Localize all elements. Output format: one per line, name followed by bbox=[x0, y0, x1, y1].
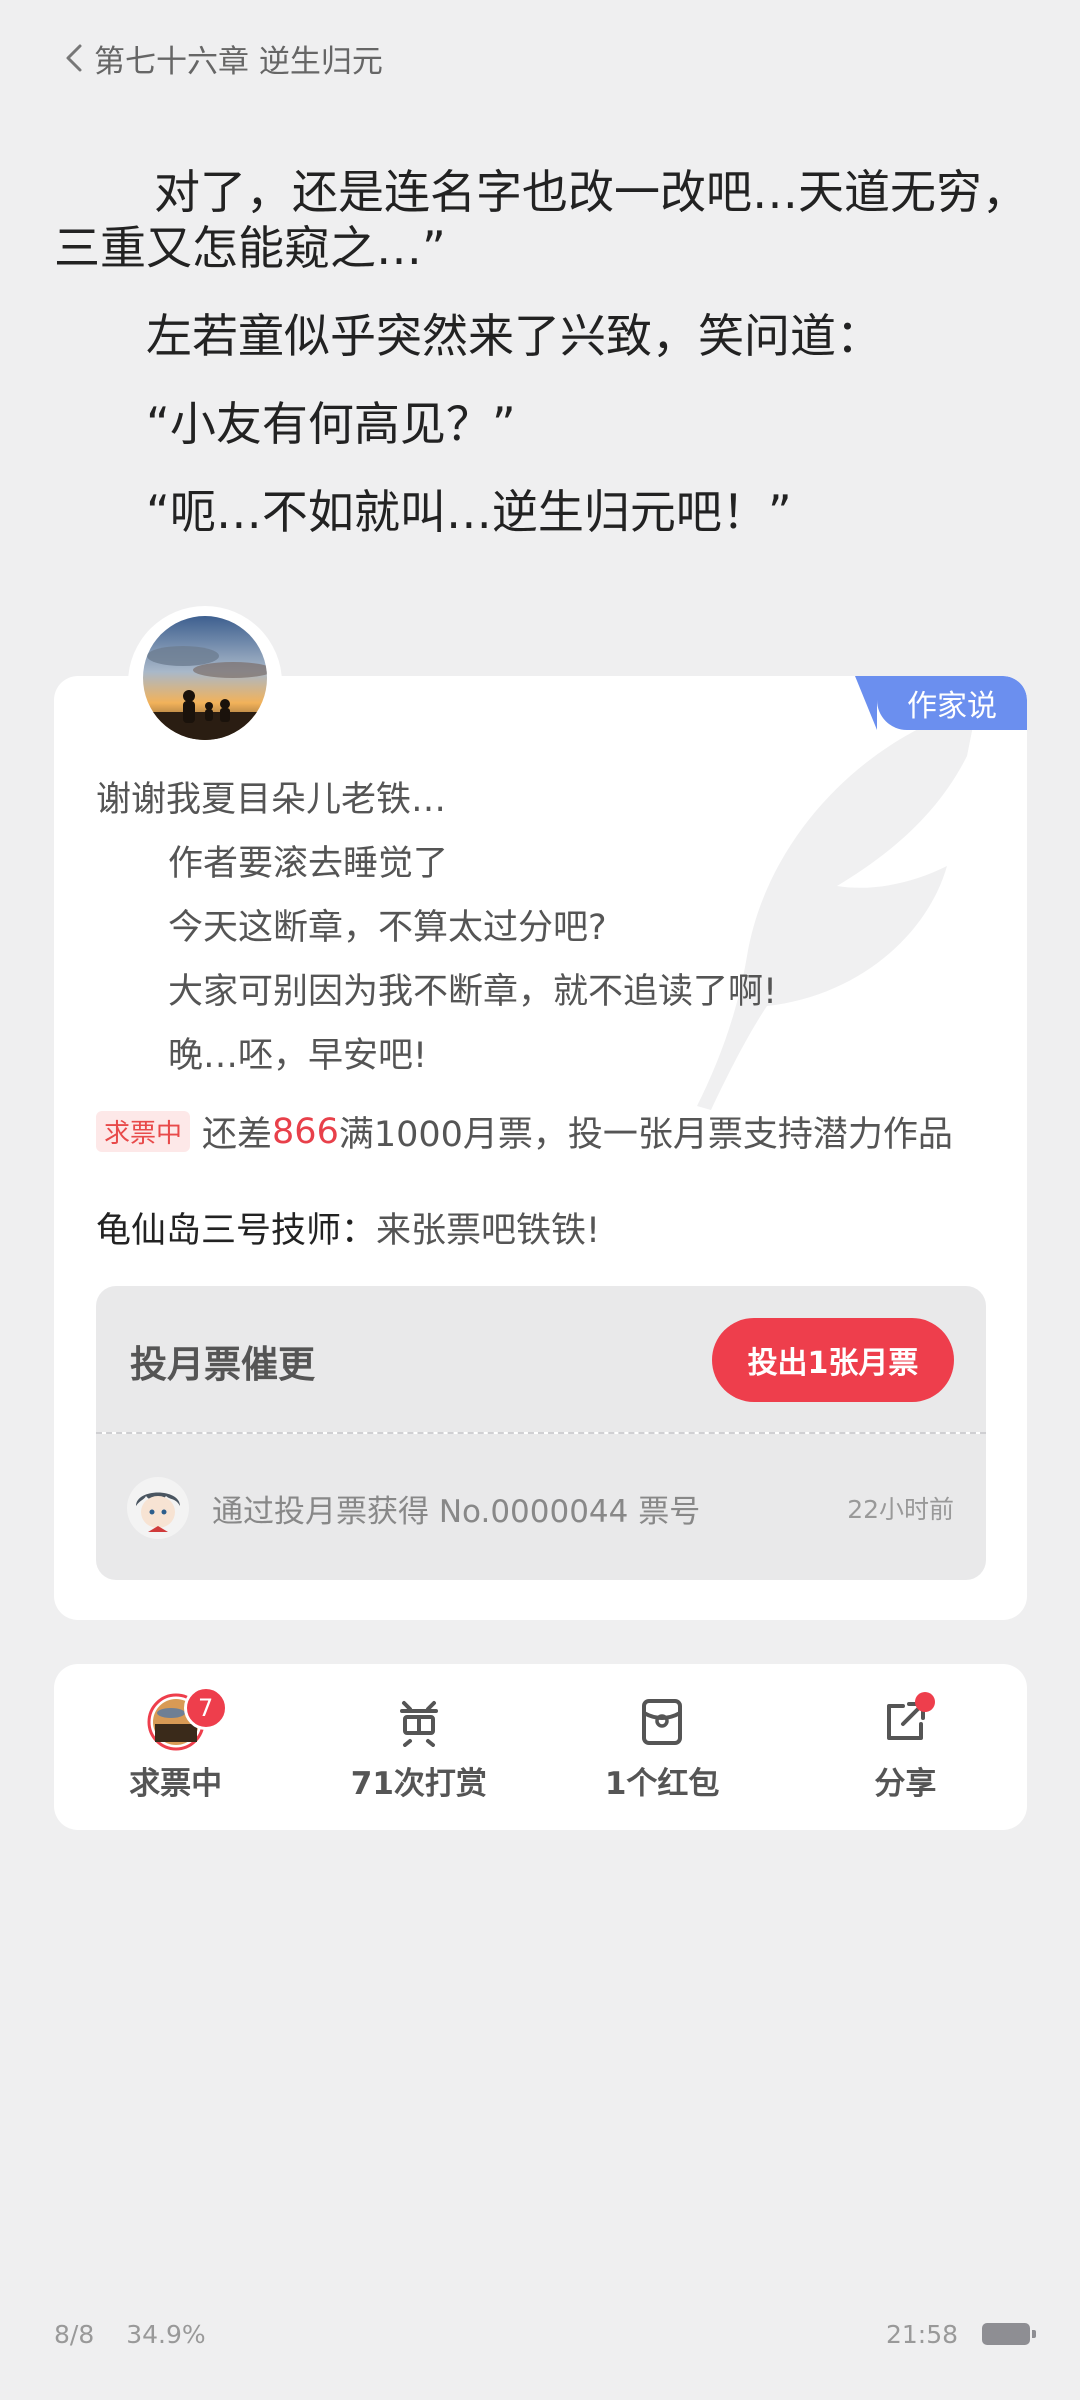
reward-action[interactable]: 71次打赏 bbox=[297, 1664, 540, 1830]
paragraph: 左若童似乎突然来了兴致，笑问道： bbox=[146, 309, 882, 363]
action-label: 71次打赏 bbox=[350, 1765, 487, 1802]
action-bar: 7 求票中 71次打赏 1个红包 分享 bbox=[54, 1664, 1027, 1830]
vote-record-time: 22小时前 bbox=[847, 1495, 954, 1524]
author-note-line: 今天这断章，不算太过分吧? bbox=[168, 908, 607, 948]
avatar-icon: 7 bbox=[146, 1685, 228, 1752]
action-label: 求票中 bbox=[129, 1765, 223, 1802]
cast-monthly-ticket-button[interactable]: 投出1张月票 bbox=[712, 1318, 954, 1402]
request-ticket-action[interactable]: 7 求票中 bbox=[54, 1664, 297, 1830]
reading-status-bar: 8/8 34.9% 21:58 bbox=[54, 2314, 1036, 2354]
vote-record-row: 通过投月票获得 No.0000044 票号 22小时前 bbox=[96, 1434, 986, 1580]
chapter-content: 对了，还是连名字也改一改吧…天道无穷，三重又怎能窥之…” 左若童似乎突然来了兴致… bbox=[54, 164, 1030, 540]
action-label: 1个红包 bbox=[604, 1765, 720, 1802]
share-icon bbox=[875, 1691, 936, 1752]
red-packet-icon bbox=[632, 1692, 692, 1752]
commenter-name: 龟仙岛三号技师： bbox=[96, 1211, 377, 1251]
ticket-progress-line: 求票中 还差 866 满1000月票，投一张月票支持潜力作品 bbox=[96, 1106, 953, 1157]
author-note-line: 晚…呸，早安吧! bbox=[168, 1036, 428, 1076]
paragraph: “小友有何高见？” bbox=[146, 397, 516, 451]
author-note-line: 作者要滚去睡觉了 bbox=[168, 844, 449, 884]
action-label: 分享 bbox=[874, 1765, 937, 1802]
comment-text: 来张票吧铁铁! bbox=[376, 1211, 601, 1251]
author-says-card: 作家说 谢谢我夏目朵儿老铁… 作者要滚去睡觉了 今天这断章，不算太过分吧? 大家… bbox=[54, 676, 1027, 1620]
ticket-prefix: 还差 bbox=[202, 1115, 273, 1155]
back-chevron-icon[interactable] bbox=[58, 36, 90, 80]
author-avatar[interactable] bbox=[143, 616, 267, 740]
author-note: 谢谢我夏目朵儿老铁… 作者要滚去睡觉了 今天这断章，不算太过分吧? 大家可别因为… bbox=[96, 768, 777, 1088]
vote-record-text: 通过投月票获得 No.0000044 票号 bbox=[212, 1494, 701, 1530]
notification-count-badge: 7 bbox=[183, 1685, 228, 1730]
reward-icon bbox=[389, 1692, 449, 1752]
chapter-header[interactable]: 第七十六章 逆生归元 bbox=[58, 36, 383, 80]
red-packet-action[interactable]: 1个红包 bbox=[541, 1664, 784, 1830]
author-says-tag: 作家说 bbox=[855, 676, 1027, 730]
monthly-ticket-vote-box: 投月票催更 投出1张月票 bbox=[96, 1286, 986, 1432]
reader-comment: 龟仙岛三号技师：来张票吧铁铁! bbox=[96, 1202, 600, 1253]
vote-title: 投月票催更 bbox=[130, 1343, 315, 1386]
share-notification-dot bbox=[915, 1691, 936, 1712]
ticket-suffix: 满1000月票，投一张月票支持潜力作品 bbox=[338, 1115, 953, 1155]
ticket-status-badge: 求票中 bbox=[96, 1111, 191, 1152]
author-note-line: 大家可别因为我不断章，就不追读了啊! bbox=[168, 972, 778, 1012]
page-indicator: 8/8 bbox=[54, 2319, 95, 2349]
chapter-title: 第七十六章 逆生归元 bbox=[94, 43, 383, 80]
share-action[interactable]: 分享 bbox=[784, 1664, 1027, 1830]
sunset-family-avatar-icon bbox=[143, 616, 267, 740]
user-avatar-icon bbox=[127, 1477, 189, 1539]
clock: 21:58 bbox=[885, 2319, 958, 2349]
paragraph: “呃…不如就叫…逆生归元吧！” bbox=[146, 485, 792, 539]
author-note-line: 谢谢我夏目朵儿老铁… bbox=[96, 780, 447, 820]
ticket-remaining-count: 866 bbox=[272, 1111, 339, 1152]
reading-progress: 34.9% bbox=[126, 2319, 206, 2349]
paragraph: 对了，还是连名字也改一改吧…天道无穷，三重又怎能窥之…” bbox=[54, 165, 1028, 275]
battery-icon bbox=[982, 2323, 1036, 2345]
